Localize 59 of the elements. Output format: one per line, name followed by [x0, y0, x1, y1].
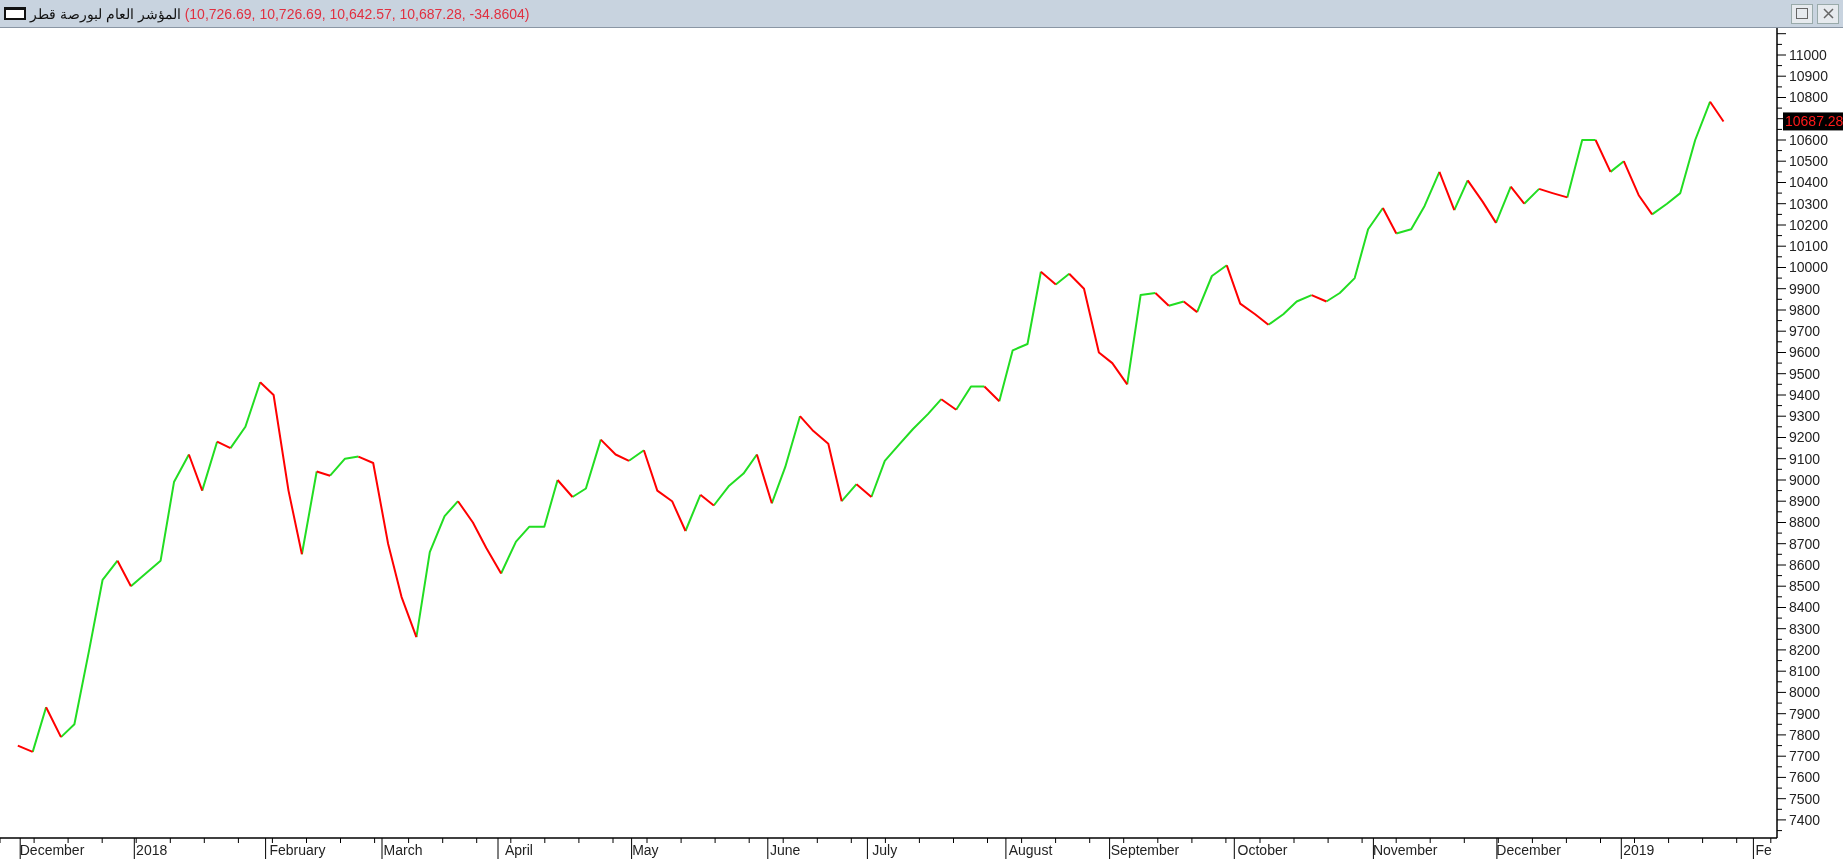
y-tick-label: 7900 [1789, 705, 1821, 722]
maximize-icon [1796, 8, 1808, 19]
y-tick-label: 8200 [1789, 641, 1821, 658]
window-icon [4, 7, 26, 20]
x-tick-label: December [1496, 842, 1561, 858]
x-tick-label: November [1372, 842, 1438, 858]
x-tick-label: 2018 [136, 842, 168, 858]
y-tick-label: 10800 [1789, 89, 1828, 106]
y-tick-label: 8400 [1789, 599, 1821, 616]
y-tick-label: 9700 [1789, 323, 1821, 340]
x-tick-label: Fe [1755, 842, 1772, 858]
y-tick-label: 7700 [1789, 748, 1821, 765]
window-title: المؤشر العام لبورصة قطر [30, 5, 181, 22]
y-tick-label: 10400 [1789, 174, 1828, 191]
x-tick-label: December [19, 842, 85, 858]
y-tick-label: 10100 [1789, 238, 1828, 255]
y-tick-label: 10200 [1789, 217, 1828, 233]
y-tick-label: 10000 [1789, 259, 1828, 276]
quote-values: (10,726.69, 10,726.69, 10,642.57, 10,687.28, -34.8604) [184, 5, 530, 22]
y-tick-label: 7500 [1789, 790, 1821, 807]
y-tick-label: 8800 [1789, 514, 1821, 531]
y-tick-label: 10300 [1789, 195, 1828, 212]
x-tick-label: April [504, 842, 533, 858]
y-tick-label: 8100 [1789, 663, 1821, 680]
x-tick-label: 2019 [1623, 842, 1655, 858]
x-tick-label: March [383, 842, 423, 858]
y-tick-label: 8900 [1789, 493, 1821, 510]
x-tick-label: October [1237, 842, 1288, 858]
y-tick-label: 8000 [1789, 684, 1821, 701]
maximize-button[interactable] [1791, 3, 1813, 24]
y-tick-label: 9000 [1789, 471, 1821, 488]
x-tick-label: June [769, 842, 801, 858]
y-tick-label: 7800 [1789, 726, 1821, 743]
y-tick-label: 8500 [1789, 578, 1821, 595]
y-tick-label: 10600 [1789, 132, 1828, 148]
y-tick-label: 9900 [1789, 280, 1821, 297]
y-tick-label: 7600 [1789, 769, 1821, 786]
close-button[interactable] [1817, 3, 1839, 24]
x-tick-label: February [269, 842, 326, 858]
price-badge: 10687.28 [1783, 112, 1843, 131]
x-tick-label: May [632, 842, 659, 858]
y-tick-label: 10500 [1789, 153, 1828, 170]
x-tick-label: August [1008, 842, 1053, 858]
y-tick-label: 8600 [1789, 556, 1821, 573]
x-tick-label: September [1110, 842, 1180, 858]
y-tick-label: 9200 [1789, 429, 1821, 446]
y-tick-label: 11000 [1789, 47, 1827, 63]
y-tick-label: 9800 [1789, 301, 1821, 318]
y-tick-label: 9400 [1789, 386, 1821, 403]
y-tick-label: 10900 [1789, 68, 1828, 85]
y-tick-label: 9600 [1789, 344, 1821, 361]
y-tick-label: 9300 [1789, 408, 1821, 425]
y-tick-label: 7400 [1789, 811, 1821, 828]
close-icon [1822, 8, 1834, 19]
y-tick-label: 9500 [1789, 365, 1821, 382]
x-tick-label: July [872, 842, 898, 858]
y-tick-label: 8700 [1789, 535, 1821, 552]
y-tick-label: 9100 [1789, 450, 1821, 467]
y-tick-label: 8300 [1789, 620, 1821, 637]
